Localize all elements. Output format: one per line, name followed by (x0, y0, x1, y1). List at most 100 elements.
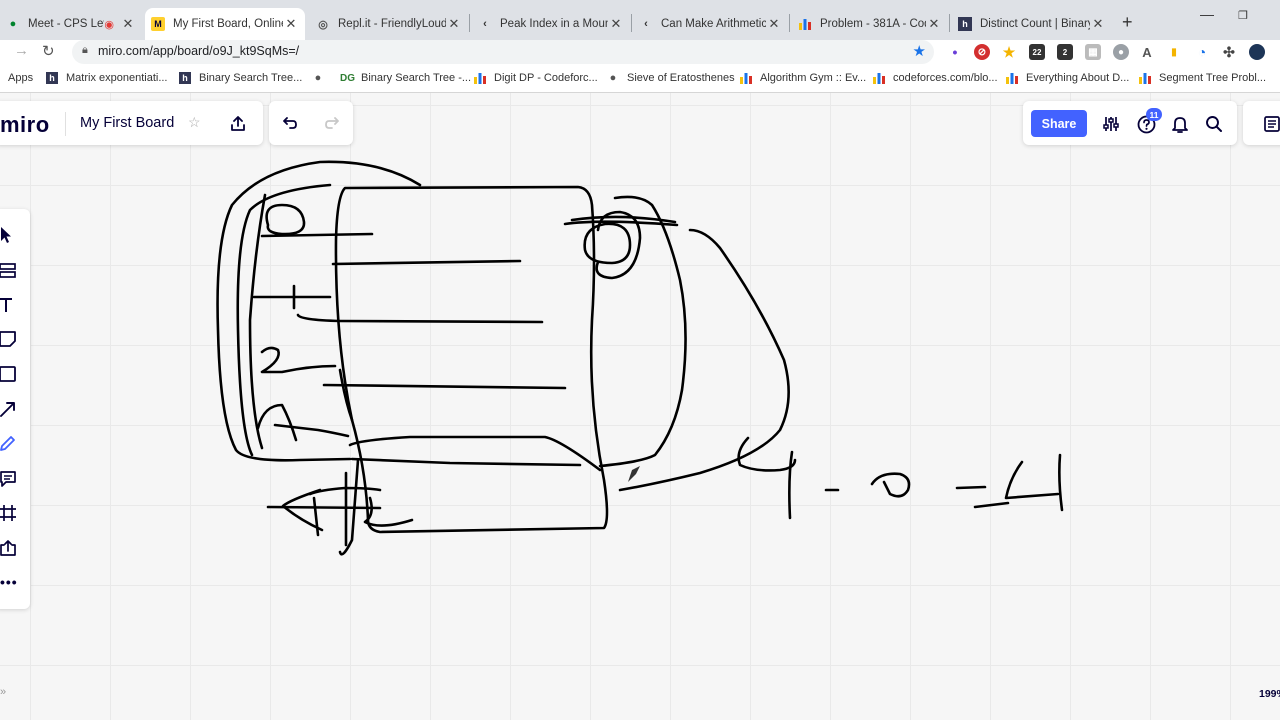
bookmark-item[interactable]: h Matrix exponentiati... (46, 72, 168, 84)
bookmark-item[interactable]: Algorithm Gym :: Ev... (740, 72, 866, 84)
replit-icon: ◎ (318, 18, 328, 31)
close-icon[interactable]: ✕ (608, 16, 624, 32)
close-icon[interactable]: ✕ (120, 16, 136, 32)
bookmark-item[interactable]: Digit DP - Codeforc... (474, 72, 598, 84)
bookmark-label: Apps (8, 72, 34, 84)
reload-icon[interactable]: ↻ (42, 42, 55, 60)
comment-icon[interactable] (0, 470, 16, 488)
extension-icon[interactable]: • (947, 44, 963, 60)
bookmark-item[interactable]: codeforces.com/blo... (873, 72, 998, 84)
mail-extension-icon[interactable]: 2 (1057, 44, 1073, 60)
templates-icon[interactable] (0, 261, 16, 279)
settings-sliders-icon[interactable] (1100, 113, 1122, 135)
bookmark-label: Binary Search Tree -... (361, 72, 472, 84)
bookmarks-bar: Apps h Matrix exponentiati... h Binary Sea… (0, 66, 1280, 93)
back-icon[interactable]: → (14, 42, 29, 59)
select-cursor-icon[interactable] (0, 226, 16, 244)
codeforces-icon (798, 17, 812, 31)
tab-separator (949, 14, 950, 32)
favorite-star-icon[interactable]: ☆ (188, 114, 201, 131)
more-icon[interactable]: ••• (0, 573, 17, 591)
extension-icon[interactable]: ⊘ (974, 44, 990, 60)
new-tab-icon[interactable]: + (1122, 12, 1133, 33)
address-bar[interactable]: 🔒︎ miro.com/app/board/o9J_kt9SqMs=/ ★ (72, 40, 934, 64)
tab-title: Distinct Count | Binary (980, 18, 1090, 30)
bookmark-item[interactable]: ● (312, 72, 332, 84)
hackerearth-icon: h (46, 72, 58, 84)
star-extension-icon[interactable]: ★ (1001, 44, 1017, 60)
tab-codeforces[interactable]: Problem - 381A - Code ✕ (792, 8, 948, 40)
avatar[interactable] (1249, 44, 1265, 60)
undo-icon[interactable] (278, 112, 300, 134)
tab-title: Repl.it - FriendlyLoudM (338, 18, 446, 30)
tab-separator (789, 14, 790, 32)
tab-title: Peak Index in a Mounta (500, 18, 608, 30)
share-button[interactable]: Share (1031, 110, 1087, 137)
globe-icon: ● (609, 72, 617, 84)
frame-icon[interactable] (0, 504, 16, 522)
tab-replit[interactable]: ◎ Repl.it - FriendlyLoudM ✕ (310, 8, 468, 40)
dg-icon: DG (340, 72, 355, 84)
bookmark-label: Sieve of Eratosthenes (627, 72, 735, 84)
codeforces-icon (1006, 72, 1018, 84)
bookmark-item[interactable]: Segment Tree Probl... (1139, 72, 1266, 84)
bookmark-apps[interactable]: Apps (8, 72, 33, 84)
lock-icon: 🔒︎ (82, 44, 88, 56)
leetcode-icon: ‹ (483, 18, 487, 30)
connection-line-icon[interactable] (0, 400, 16, 418)
search-icon[interactable] (1203, 113, 1225, 135)
tab-title: Can Make Arithmetic P (661, 18, 766, 30)
bookmark-label: Algorithm Gym :: Ev... (760, 72, 867, 84)
bookmark-star-icon[interactable]: ★ (913, 42, 926, 60)
minimize-icon[interactable]: — (1200, 6, 1214, 22)
recording-icon: ◉ (104, 18, 114, 31)
bell-icon[interactable] (1169, 113, 1191, 135)
close-icon[interactable]: ✕ (926, 16, 942, 32)
zoom-level[interactable]: 199% (1259, 688, 1280, 700)
close-icon[interactable]: ✕ (446, 16, 462, 32)
bookmark-label: Binary Search Tree... (199, 72, 303, 84)
tab-separator (631, 14, 632, 32)
bookmark-label: Digit DP - Codeforc... (494, 72, 598, 84)
extension-badge: 2 (1062, 47, 1068, 57)
sticky-note-icon[interactable] (0, 330, 16, 348)
bookmark-item[interactable]: ● Sieve of Eratosthenes (607, 72, 735, 84)
bookmark-item[interactable]: Everything About D... (1006, 72, 1129, 84)
redo-icon (322, 112, 344, 134)
bookmark-item[interactable]: DG Binary Search Tree -... (340, 72, 471, 84)
puzzle-icon[interactable]: ✣ (1221, 44, 1237, 60)
tab-title: Problem - 381A - Code (820, 18, 926, 30)
browser-tab-strip: ● Meet - CPS Level-1 ◉ ✕ M My First Boar… (0, 0, 1280, 40)
tab-leetcode-peak[interactable]: ‹ Peak Index in a Mounta ✕ (472, 8, 630, 40)
grid-extension-icon[interactable]: ▦ (1085, 44, 1101, 60)
close-icon[interactable]: ✕ (766, 16, 782, 32)
restore-icon[interactable]: ❐ (1238, 9, 1248, 22)
expand-panel-icon[interactable]: » (0, 686, 6, 698)
bookmark-item[interactable]: h Binary Search Tree... (179, 72, 302, 84)
bookmark-label: Matrix exponentiati... (66, 72, 168, 84)
export-icon[interactable] (226, 112, 250, 136)
tab-leetcode-arith[interactable]: ‹ Can Make Arithmetic P ✕ (633, 8, 788, 40)
divider (65, 112, 66, 136)
tab-miro-board[interactable]: M My First Board, Online ✕ (145, 8, 305, 40)
close-icon[interactable]: ✕ (1090, 16, 1106, 32)
translate-icon[interactable]: A (1139, 44, 1155, 60)
shape-icon[interactable] (0, 365, 16, 383)
extension-icon[interactable]: ● (1113, 44, 1129, 60)
board-canvas[interactable] (0, 93, 1280, 720)
tab-hackerearth[interactable]: h Distinct Count | Binary ✕ (952, 8, 1112, 40)
meet-icon: ● (9, 18, 17, 30)
close-icon[interactable]: ✕ (283, 16, 299, 32)
board-list-icon[interactable] (1262, 113, 1280, 135)
upload-icon[interactable] (0, 539, 16, 557)
text-icon[interactable] (0, 296, 16, 314)
tasks-extension-icon[interactable]: 22 (1029, 44, 1045, 60)
pen-icon[interactable] (0, 434, 16, 452)
extension-icon[interactable]: ▮ (1166, 44, 1182, 60)
hackerearth-icon: h (179, 72, 191, 84)
extension-icon[interactable]: ◔ (1194, 44, 1210, 60)
board-title[interactable]: My First Board (80, 115, 174, 131)
url-text[interactable]: miro.com/app/board/o9J_kt9SqMs=/ (98, 44, 299, 58)
tab-meet[interactable]: ● Meet - CPS Level-1 ◉ ✕ (0, 8, 142, 40)
miro-logo[interactable]: miro (0, 112, 50, 138)
